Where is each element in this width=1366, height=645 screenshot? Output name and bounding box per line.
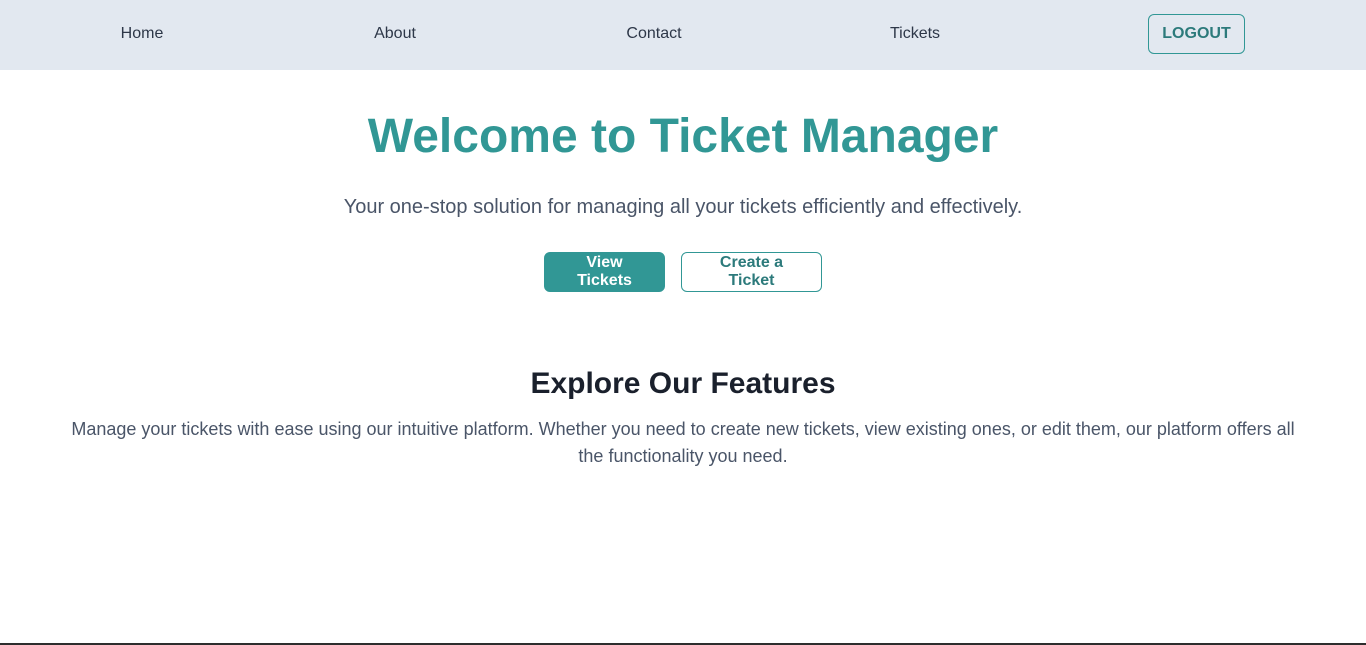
create-ticket-button[interactable]: Create a Ticket [681,252,822,292]
view-tickets-button[interactable]: View Tickets [544,252,665,292]
features-description: Manage your tickets with ease using our … [71,419,1295,466]
features-title: Explore Our Features [530,367,836,400]
page: Home About Contact Tickets LOGOUT Welcom… [0,0,1366,645]
logout-button[interactable]: LOGOUT [1148,14,1245,54]
nav-link-tickets[interactable]: Tickets [890,24,940,44]
nav-link-about[interactable]: About [374,24,416,44]
top-navbar: Home About Contact Tickets LOGOUT [0,0,1366,70]
nav-link-contact[interactable]: Contact [626,24,681,44]
hero-subtitle: Your one-stop solution for managing all … [343,196,1023,218]
nav-link-home[interactable]: Home [121,24,164,44]
hero-actions: View Tickets Create a Ticket [0,252,1366,292]
hero-title: Welcome to Ticket Manager [367,110,999,163]
